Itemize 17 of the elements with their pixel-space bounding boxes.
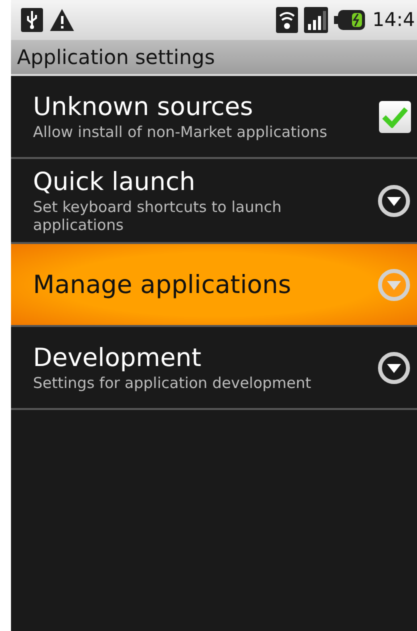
signal-icon	[304, 7, 328, 33]
checkbox[interactable]	[379, 100, 411, 132]
item-summary: Set keyboard shortcuts to launch applications	[33, 198, 282, 234]
battery-icon	[334, 9, 366, 31]
item-title: Manage applications	[33, 270, 292, 299]
item-summary: Settings for application development	[33, 374, 312, 392]
usb-icon	[21, 8, 43, 32]
item-title: Development	[33, 343, 202, 372]
item-title: Unknown sources	[33, 92, 254, 121]
status-time: 14:4	[372, 9, 415, 31]
wifi-icon	[276, 7, 298, 33]
item-summary: Allow install of non-Market applications	[33, 123, 328, 141]
screen-title: Application settings	[17, 45, 215, 69]
settings-item[interactable]: Manage applications	[11, 244, 417, 327]
warning-icon	[49, 8, 75, 32]
item-title: Quick launch	[33, 167, 196, 196]
check-icon	[382, 106, 408, 128]
